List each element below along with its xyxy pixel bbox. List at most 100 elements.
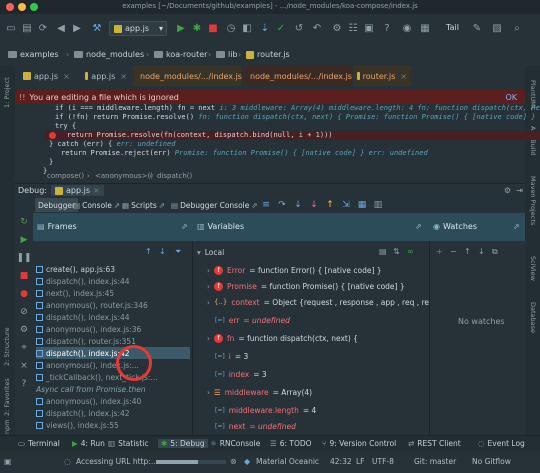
hide-icon[interactable]: ⇥ — [516, 186, 523, 195]
sciview-tool-tab[interactable]: SciView — [529, 256, 537, 281]
variable-row[interactable]: › {..} context = Object {request , response… — [207, 295, 440, 309]
build-icon[interactable]: ⚒ — [90, 21, 104, 35]
npm-tool-tab[interactable]: npm — [3, 419, 11, 434]
caret-position[interactable]: 42:32 — [330, 457, 352, 466]
help-icon[interactable]: ? — [19, 379, 29, 389]
tab-rest-client[interactable]: ⇄ REST Client — [408, 439, 461, 448]
filter-icon[interactable]: ⏷ — [175, 247, 181, 257]
variable-row[interactable]: › f Error = function Error() { [native code… — [207, 263, 382, 277]
tab-event-log[interactable]: ◌ Event Log — [478, 439, 525, 448]
breadcrumb-item[interactable]: node_modules — [74, 50, 144, 59]
layout-icon[interactable]: ▥ — [373, 200, 383, 210]
watch-glasses-icon[interactable]: ∞ — [407, 247, 414, 256]
function-crumb[interactable]: compose() — [47, 172, 84, 180]
maven-projects-tool-tab[interactable]: Maven Projects — [529, 176, 537, 225]
function-crumb[interactable]: dispatch() — [157, 172, 192, 180]
editor-tab[interactable]: node_modules/.../index.js× — [133, 66, 254, 86]
arrow-down-icon[interactable]: ↓ — [478, 247, 485, 256]
scratch-icon[interactable]: ▧ — [490, 21, 504, 35]
tab-version-control[interactable]: ⑂ 9: Version Control — [322, 439, 396, 448]
revert-icon[interactable]: ↶ — [310, 21, 324, 35]
forward-icon[interactable]: ▶ — [70, 21, 84, 35]
favorites-tool-tab[interactable]: 2: Favorites — [3, 378, 11, 416]
resume-icon[interactable]: ▶ — [19, 235, 29, 245]
warning-ok-link[interactable]: OK — [505, 93, 517, 102]
background-task-text[interactable]: Accessing URL http:... — [76, 457, 158, 466]
database-tool-tab[interactable]: Database — [529, 302, 537, 333]
variable-row[interactable]: › ☰ middleware = Array(4) — [207, 385, 312, 399]
structure-tool-tab[interactable]: 2: Structure — [3, 327, 11, 366]
show-execution-point-icon[interactable]: ≡ — [261, 200, 271, 210]
debug-session-tab[interactable]: app.js × — [51, 185, 104, 196]
stack-frame[interactable]: dispatch(), index.js:44 — [36, 275, 190, 287]
tab-debugger-console[interactable]: ▤ Debugger Console ⇗ — [171, 198, 258, 212]
line-separator[interactable]: LF — [356, 457, 365, 466]
pin-icon[interactable]: ⇗ — [513, 222, 520, 231]
variable-row[interactable]: [=] index = 3 — [215, 367, 267, 381]
mute-breakpoints-icon[interactable]: ⊘ — [19, 307, 29, 317]
coverage-icon[interactable]: ◧ — [240, 21, 254, 35]
tab-scripts[interactable]: ▦ Scripts ⇗ — [122, 198, 165, 212]
stack-frame[interactable]: anonymous(), router.js:346 — [36, 299, 190, 311]
file-encoding[interactable]: UTF-8 — [372, 457, 394, 466]
close-icon[interactable]: × — [63, 72, 70, 81]
breakpoint-icon[interactable] — [49, 132, 56, 139]
editor-tab[interactable]: app.js × — [19, 66, 79, 86]
breadcrumb-item[interactable]: router.js — [246, 50, 290, 59]
list-icon[interactable]: ▤ — [379, 247, 387, 256]
profile-icon[interactable]: ◷ — [224, 21, 238, 35]
settings-icon[interactable]: ⚙ — [19, 325, 29, 335]
project-tool-tab[interactable]: 1: Project — [3, 77, 11, 108]
theme-label[interactable]: Material Oceanic — [256, 457, 319, 466]
breadcrumb-item[interactable]: examples — [8, 50, 59, 59]
arrow-up-icon[interactable]: ↑ — [145, 247, 152, 256]
gitflow-status[interactable]: No Gitflow — [472, 457, 511, 466]
run-to-cursor-icon[interactable]: ⇲ — [341, 200, 351, 210]
layout-toggle-icon[interactable]: ▣ — [4, 457, 12, 466]
sort-icon[interactable]: ⇅ — [393, 247, 400, 256]
vcs-commit-icon[interactable]: ✓ — [274, 21, 288, 35]
tab-terminal[interactable]: ▭ Terminal — [18, 439, 60, 448]
tab-debug[interactable]: ✱ 5: Debug — [158, 439, 208, 448]
function-crumb[interactable]: <anonymous>() — [95, 172, 153, 180]
stack-frame[interactable]: anonymous(), index.js:... — [36, 359, 190, 371]
force-step-into-icon[interactable]: ↓ — [309, 200, 319, 210]
variable-row[interactable]: › f Promise = function Promise() { [native … — [207, 279, 405, 293]
variable-row[interactable]: [=] err = undefined — [215, 313, 290, 327]
variable-row[interactable]: [=] next = undefined — [215, 419, 296, 433]
variable-row[interactable]: › f fn = function dispatch(ctx, next) { — [207, 331, 358, 345]
run-icon[interactable]: ▶ — [174, 21, 188, 35]
search-everywhere-icon[interactable]: ⌕ — [510, 21, 524, 35]
open-folder-icon[interactable]: ▭ — [4, 21, 18, 35]
add-watch-icon[interactable]: + — [436, 247, 443, 256]
variable-row[interactable]: [=] i = 3 — [215, 349, 248, 363]
pin-icon[interactable]: ⇗ — [415, 222, 422, 231]
pin-icon[interactable]: ⌖ — [19, 343, 29, 353]
step-over-icon[interactable]: ↷ — [277, 200, 287, 210]
close-icon[interactable]: × — [120, 72, 127, 81]
copy-icon[interactable]: ⧉ — [492, 247, 498, 257]
view-breakpoints-icon[interactable]: ● — [19, 289, 29, 299]
tab-rnconsole[interactable]: ⚛ RNConsole — [210, 439, 260, 448]
close-icon[interactable]: × — [400, 72, 407, 81]
tab-console[interactable]: ▤ Console ⇗ — [73, 198, 120, 212]
close-icon[interactable]: × — [93, 186, 100, 195]
editor-tab[interactable]: app.js × — [81, 66, 131, 86]
stack-frame-selected[interactable]: dispatch(), index.js:42 — [36, 347, 190, 359]
sdk-icon[interactable]: ▣ — [362, 21, 376, 35]
tab-debugger[interactable]: Debugger — [35, 198, 79, 212]
stack-frame[interactable]: anonymous(), index.js:40 — [36, 395, 190, 407]
step-out-icon[interactable]: ↑ — [325, 200, 335, 210]
git-branch[interactable]: Git: master — [414, 457, 456, 466]
editor-tab-active[interactable]: node_modules/.../index.js× — [243, 66, 364, 86]
help-icon[interactable]: ? — [380, 21, 394, 35]
arrow-down-icon[interactable]: ↓ — [159, 247, 166, 256]
back-icon[interactable]: ◀ — [54, 21, 68, 35]
stop-icon[interactable]: ■ — [206, 21, 220, 35]
sync-icon[interactable]: ⟳ — [36, 21, 50, 35]
tab-todo[interactable]: ☰ 6: TODO — [270, 439, 312, 448]
local-scope-node[interactable]: ▾ Local — [197, 245, 224, 259]
stack-frame[interactable]: dispatch(), index.js:44 — [36, 311, 190, 323]
vcs-update-icon[interactable]: ⇣ — [258, 21, 272, 35]
stop-icon[interactable]: ■ — [19, 271, 29, 281]
